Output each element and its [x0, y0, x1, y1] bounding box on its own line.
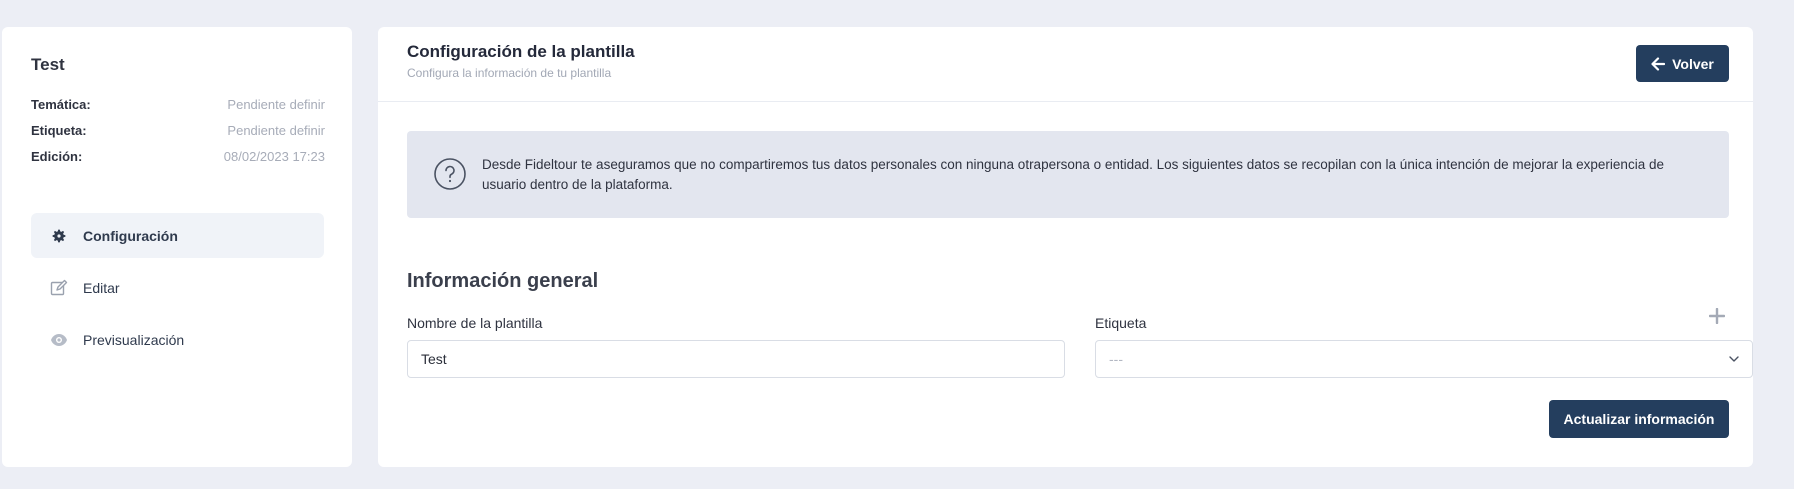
gear-icon	[49, 226, 69, 246]
meta-label: Temática:	[31, 97, 91, 112]
sidebar-item-label: Configuración	[83, 227, 178, 244]
notice-text: Desde Fideltour te aseguramos que no com…	[482, 157, 1664, 192]
sidebar-item-configuracion[interactable]: Configuración	[31, 213, 324, 258]
back-button[interactable]: Volver	[1636, 45, 1729, 82]
arrow-left-icon	[1651, 56, 1666, 71]
meta-value: Pendiente definir	[227, 123, 325, 138]
tag-select[interactable]: ---	[1095, 340, 1753, 378]
template-name-value: Test	[421, 351, 447, 367]
back-button-label: Volver	[1672, 55, 1714, 72]
sidebar-item-editar[interactable]: Editar	[31, 265, 324, 310]
eye-icon	[49, 330, 69, 350]
meta-row-edicion: Edición: 08/02/2023 17:23	[31, 149, 325, 164]
sidebar-item-label: Previsualización	[83, 331, 185, 348]
add-tag-icon[interactable]	[1709, 308, 1725, 324]
name-field-label: Nombre de la plantilla	[407, 315, 543, 331]
meta-label: Etiqueta:	[31, 123, 87, 138]
sidebar: Test Temática: Pendiente definir Etiquet…	[2, 27, 352, 467]
page-title: Configuración de la plantilla	[407, 42, 635, 61]
tag-field-label: Etiqueta	[1095, 315, 1147, 331]
meta-value: 08/02/2023 17:23	[223, 149, 325, 164]
privacy-notice: Desde Fideltour te aseguramos que no com…	[407, 131, 1729, 218]
panel-header: Configuración de la plantilla Configura …	[378, 27, 1753, 102]
section-title: Información general	[407, 270, 599, 292]
template-name-input[interactable]: Test	[407, 340, 1065, 378]
question-circle-icon	[434, 158, 466, 190]
update-info-button[interactable]: Actualizar información	[1549, 400, 1729, 438]
edit-icon	[49, 278, 69, 298]
meta-value: Pendiente definir	[227, 97, 325, 112]
page-subtitle: Configura la información de tu plantilla	[407, 66, 612, 80]
meta-label: Edición:	[31, 149, 83, 164]
chevron-down-icon	[1729, 356, 1739, 362]
template-name: Test	[31, 55, 65, 74]
meta-row-etiqueta: Etiqueta: Pendiente definir	[31, 123, 325, 138]
meta-row-tematica: Temática: Pendiente definir	[31, 97, 325, 112]
sidebar-item-previsualizacion[interactable]: Previsualización	[31, 317, 324, 362]
tag-select-value: ---	[1109, 351, 1123, 367]
sidebar-item-label: Editar	[83, 279, 120, 296]
main-panel: Configuración de la plantilla Configura …	[378, 27, 1753, 467]
